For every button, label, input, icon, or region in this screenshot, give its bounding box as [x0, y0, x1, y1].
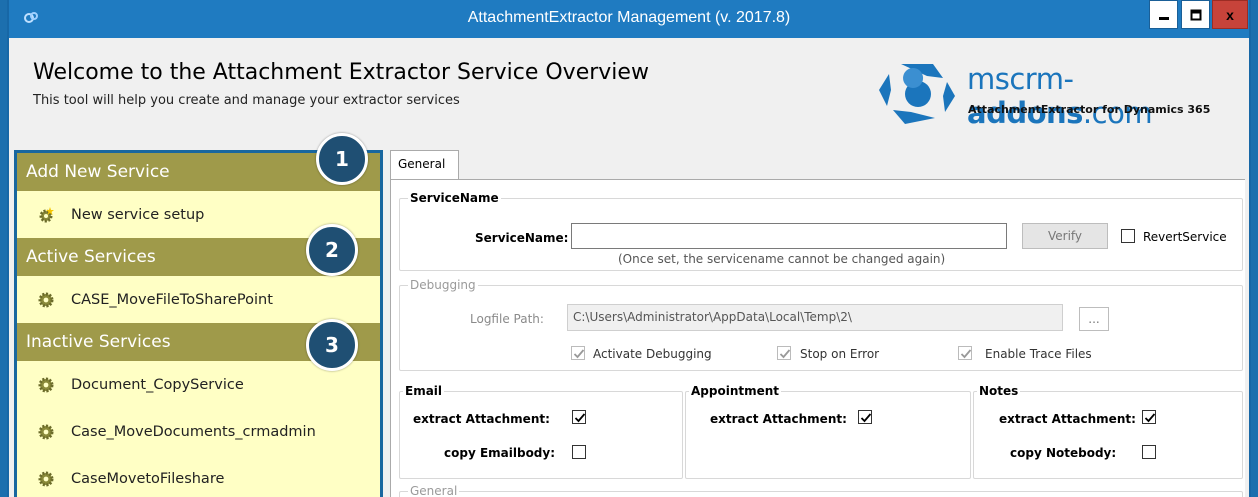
email-copy-label: copy Emailbody: [444, 446, 556, 460]
stop-on-error-label: Stop on Error [800, 347, 880, 361]
general-group-title: General [408, 484, 460, 497]
stop-on-error-checkbox[interactable] [777, 346, 791, 360]
inactive-service-label: Document_CopyService [71, 376, 244, 393]
browse-button[interactable]: ... [1079, 307, 1109, 331]
logfile-path-input[interactable]: C:\Users\Administrator\AppData\Local\Tem… [567, 304, 1063, 331]
notes-copy-label: copy Notebody: [1010, 446, 1117, 460]
active-service-item[interactable]: CASE_MoveFileToSharePoint [17, 276, 380, 323]
email-copy-checkbox[interactable] [572, 445, 586, 459]
brand-prefix: mscrm- [967, 62, 1074, 96]
close-button[interactable]: x [1212, 0, 1248, 29]
email-group: Email [399, 384, 683, 479]
checkmark-icon [1144, 413, 1156, 423]
appointment-extract-checkbox[interactable] [858, 410, 872, 424]
service-gear-icon [38, 292, 54, 307]
checkmark-icon [573, 349, 585, 359]
service-gear-icon [38, 424, 54, 439]
notes-extract-label: extract Attachment: [999, 412, 1136, 426]
notes-extract-checkbox[interactable] [1142, 410, 1156, 424]
minimize-button[interactable] [1149, 0, 1178, 29]
activate-debugging-label: Activate Debugging [593, 347, 712, 361]
enable-trace-files-label: Enable Trace Files [985, 347, 1092, 361]
close-icon: x [1226, 6, 1234, 23]
logfile-path-label: Logfile Path: [470, 312, 544, 326]
callout-badge-1: 1 [316, 133, 368, 185]
page-subtitle: This tool will help you create and manag… [33, 93, 460, 108]
notes-group-title: Notes [977, 384, 1021, 398]
activate-debugging-checkbox[interactable] [571, 346, 585, 360]
header: Welcome to the Attachment Extractor Serv… [9, 38, 1249, 144]
inactive-service-item[interactable]: Case_MoveDocuments_crmadmin [17, 408, 380, 455]
general-group: General [399, 484, 1243, 497]
checkmark-icon [574, 413, 586, 423]
maximize-icon [1190, 9, 1201, 20]
inactive-service-label: Case_MoveDocuments_crmadmin [71, 423, 316, 440]
revert-service-label: RevertService [1143, 230, 1227, 244]
brand-subtitle: AttachmentExtractor for Dynamics 365 [968, 103, 1211, 116]
service-gear-icon [38, 471, 54, 486]
servicename-group-title: ServiceName [408, 191, 501, 205]
email-group-title: Email [403, 384, 445, 398]
debugging-group-title: Debugging [408, 278, 478, 292]
servicename-label: ServiceName: [475, 231, 569, 245]
callout-badge-3: 3 [306, 319, 358, 371]
appointment-group: Appointment [685, 384, 971, 479]
notes-copy-checkbox[interactable] [1142, 445, 1156, 459]
verify-button[interactable]: Verify [1022, 223, 1108, 249]
active-service-label: CASE_MoveFileToSharePoint [71, 291, 273, 308]
general-tab-content: ServiceName ServiceName: Verify RevertSe… [390, 179, 1245, 497]
brand-logo: mscrm-addons.com AttachmentExtractor for… [871, 54, 1251, 134]
tab-general[interactable]: General [390, 150, 459, 180]
minimize-icon [1158, 16, 1169, 20]
email-extract-label: extract Attachment: [413, 412, 550, 426]
title-bar[interactable]: AttachmentExtractor Management (v. 2017.… [9, 0, 1249, 38]
checkmark-icon [779, 349, 791, 359]
servicename-input[interactable] [571, 223, 1007, 249]
brand-arrows-icon [879, 64, 955, 124]
inactive-service-label: CaseMovetoFileshare [71, 470, 225, 487]
new-service-gear-icon [39, 206, 54, 222]
servicename-hint: (Once set, the servicename cannot be cha… [618, 252, 946, 266]
enable-trace-files-checkbox[interactable] [958, 346, 972, 360]
inactive-service-item[interactable]: CaseMovetoFileshare [17, 455, 380, 497]
notes-group: Notes [973, 384, 1243, 479]
checkmark-icon [960, 349, 972, 359]
page-title: Welcome to the Attachment Extractor Serv… [33, 60, 649, 85]
brand-name: mscrm-addons.com [967, 62, 1251, 130]
checkmark-icon [860, 413, 872, 423]
maximize-button[interactable] [1181, 0, 1210, 29]
service-gear-icon [38, 377, 54, 392]
email-extract-checkbox[interactable] [572, 410, 586, 424]
window-title: AttachmentExtractor Management (v. 2017.… [467, 9, 791, 26]
callout-badge-2: 2 [306, 224, 358, 276]
appointment-group-title: Appointment [689, 384, 782, 398]
appointment-extract-label: extract Attachment: [710, 412, 847, 426]
new-service-setup-label: New service setup [71, 206, 205, 223]
revert-service-checkbox[interactable] [1121, 229, 1135, 243]
